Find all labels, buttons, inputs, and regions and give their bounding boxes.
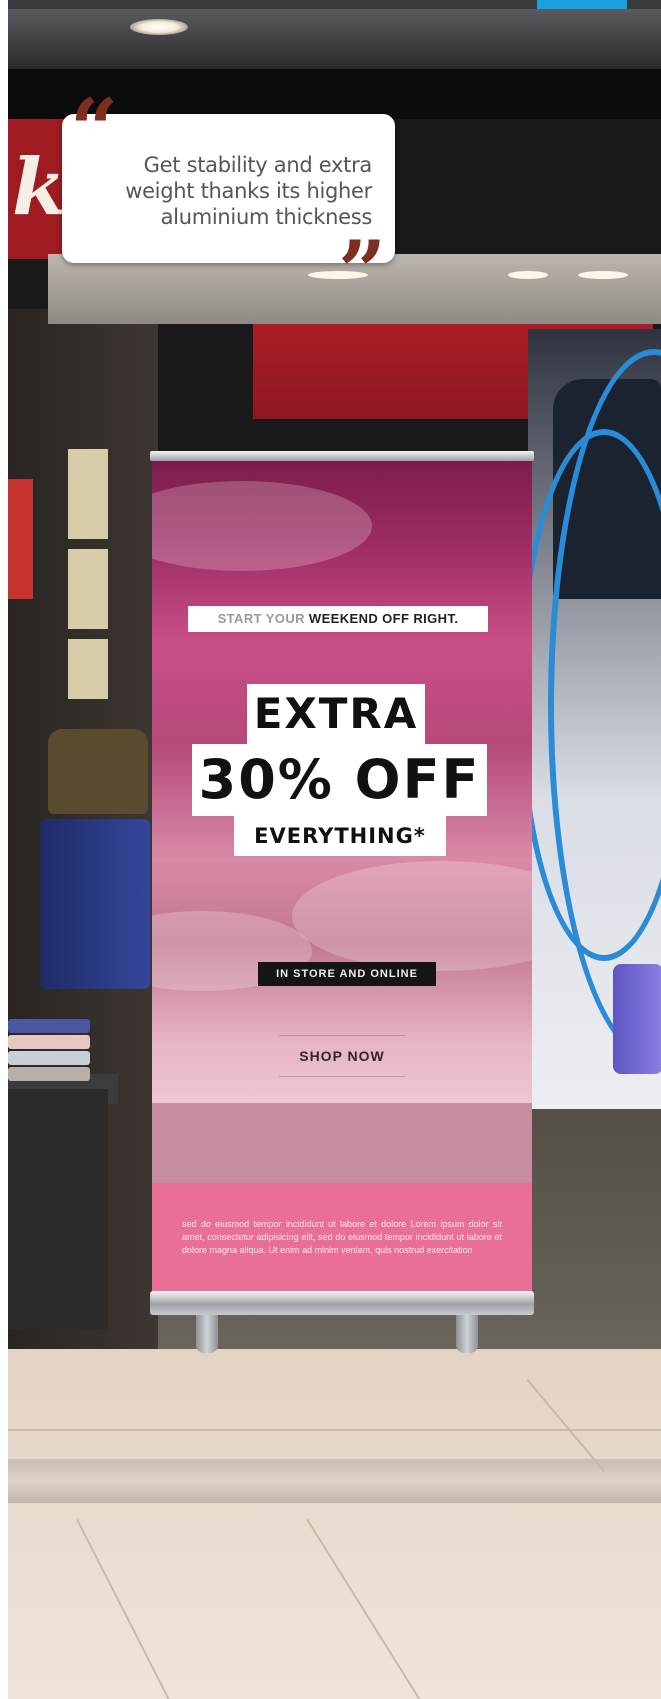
banner-base (150, 1291, 534, 1315)
shelf-light (68, 549, 108, 629)
folded-shirt (8, 1051, 90, 1065)
folded-shirt (8, 1019, 90, 1033)
feature-quote-text: Get stability and extra weight thanks it… (125, 153, 372, 229)
banner-discount: 30% OFF (192, 744, 487, 816)
banner-cloud (292, 861, 532, 971)
banner-extra: EXTRA (247, 684, 425, 744)
banner-tagline: START YOUR WEEKEND OFF RIGHT. (188, 606, 488, 632)
banner-cloud (152, 481, 372, 571)
display-table (8, 1089, 108, 1329)
floor-tile-line (8, 1429, 661, 1431)
banner-tagline-light: START YOUR (217, 611, 309, 626)
banner-tagline-bold: WEEKEND OFF RIGHT. (308, 611, 459, 626)
banner-top-rail (150, 451, 534, 461)
handbag (48, 729, 148, 814)
floor-threshold (8, 1459, 661, 1503)
top-bar-accent (537, 0, 627, 9)
open-quote-icon: “ (70, 80, 119, 179)
folded-shirt (8, 1067, 90, 1081)
top-bar (8, 0, 661, 9)
shop-now-button: SHOP NOW (279, 1035, 405, 1077)
purple-suitcase (613, 964, 661, 1074)
rollup-banner: START YOUR WEEKEND OFF RIGHT. EXTRA 30% … (152, 461, 532, 1291)
red-jacket (8, 479, 33, 599)
banner-body-text: sed do eiusmod tempor incididunt ut labo… (182, 1219, 502, 1255)
shelf-light (68, 639, 108, 699)
banner-foot-left (196, 1315, 218, 1353)
mall-floor (8, 1349, 661, 1699)
banner-everything: EVERYTHING* (234, 816, 446, 856)
store-sign-logo: k (12, 142, 67, 233)
soffit-light (508, 271, 548, 279)
folded-shirt (8, 1035, 90, 1049)
banner-foot-right (456, 1315, 478, 1353)
product-photo-page: k START YOUR WEEKEND OFF RIGHT. EXTRA 30… (0, 0, 661, 1699)
close-quote-icon: ” (338, 222, 387, 321)
ceiling (8, 9, 661, 69)
soffit-light (578, 271, 628, 279)
shelf-light (68, 449, 108, 539)
ceiling-light (130, 19, 188, 35)
blue-suitcase (40, 819, 150, 989)
banner-channel-label: IN STORE AND ONLINE (258, 962, 436, 986)
banner-band (152, 1103, 532, 1183)
